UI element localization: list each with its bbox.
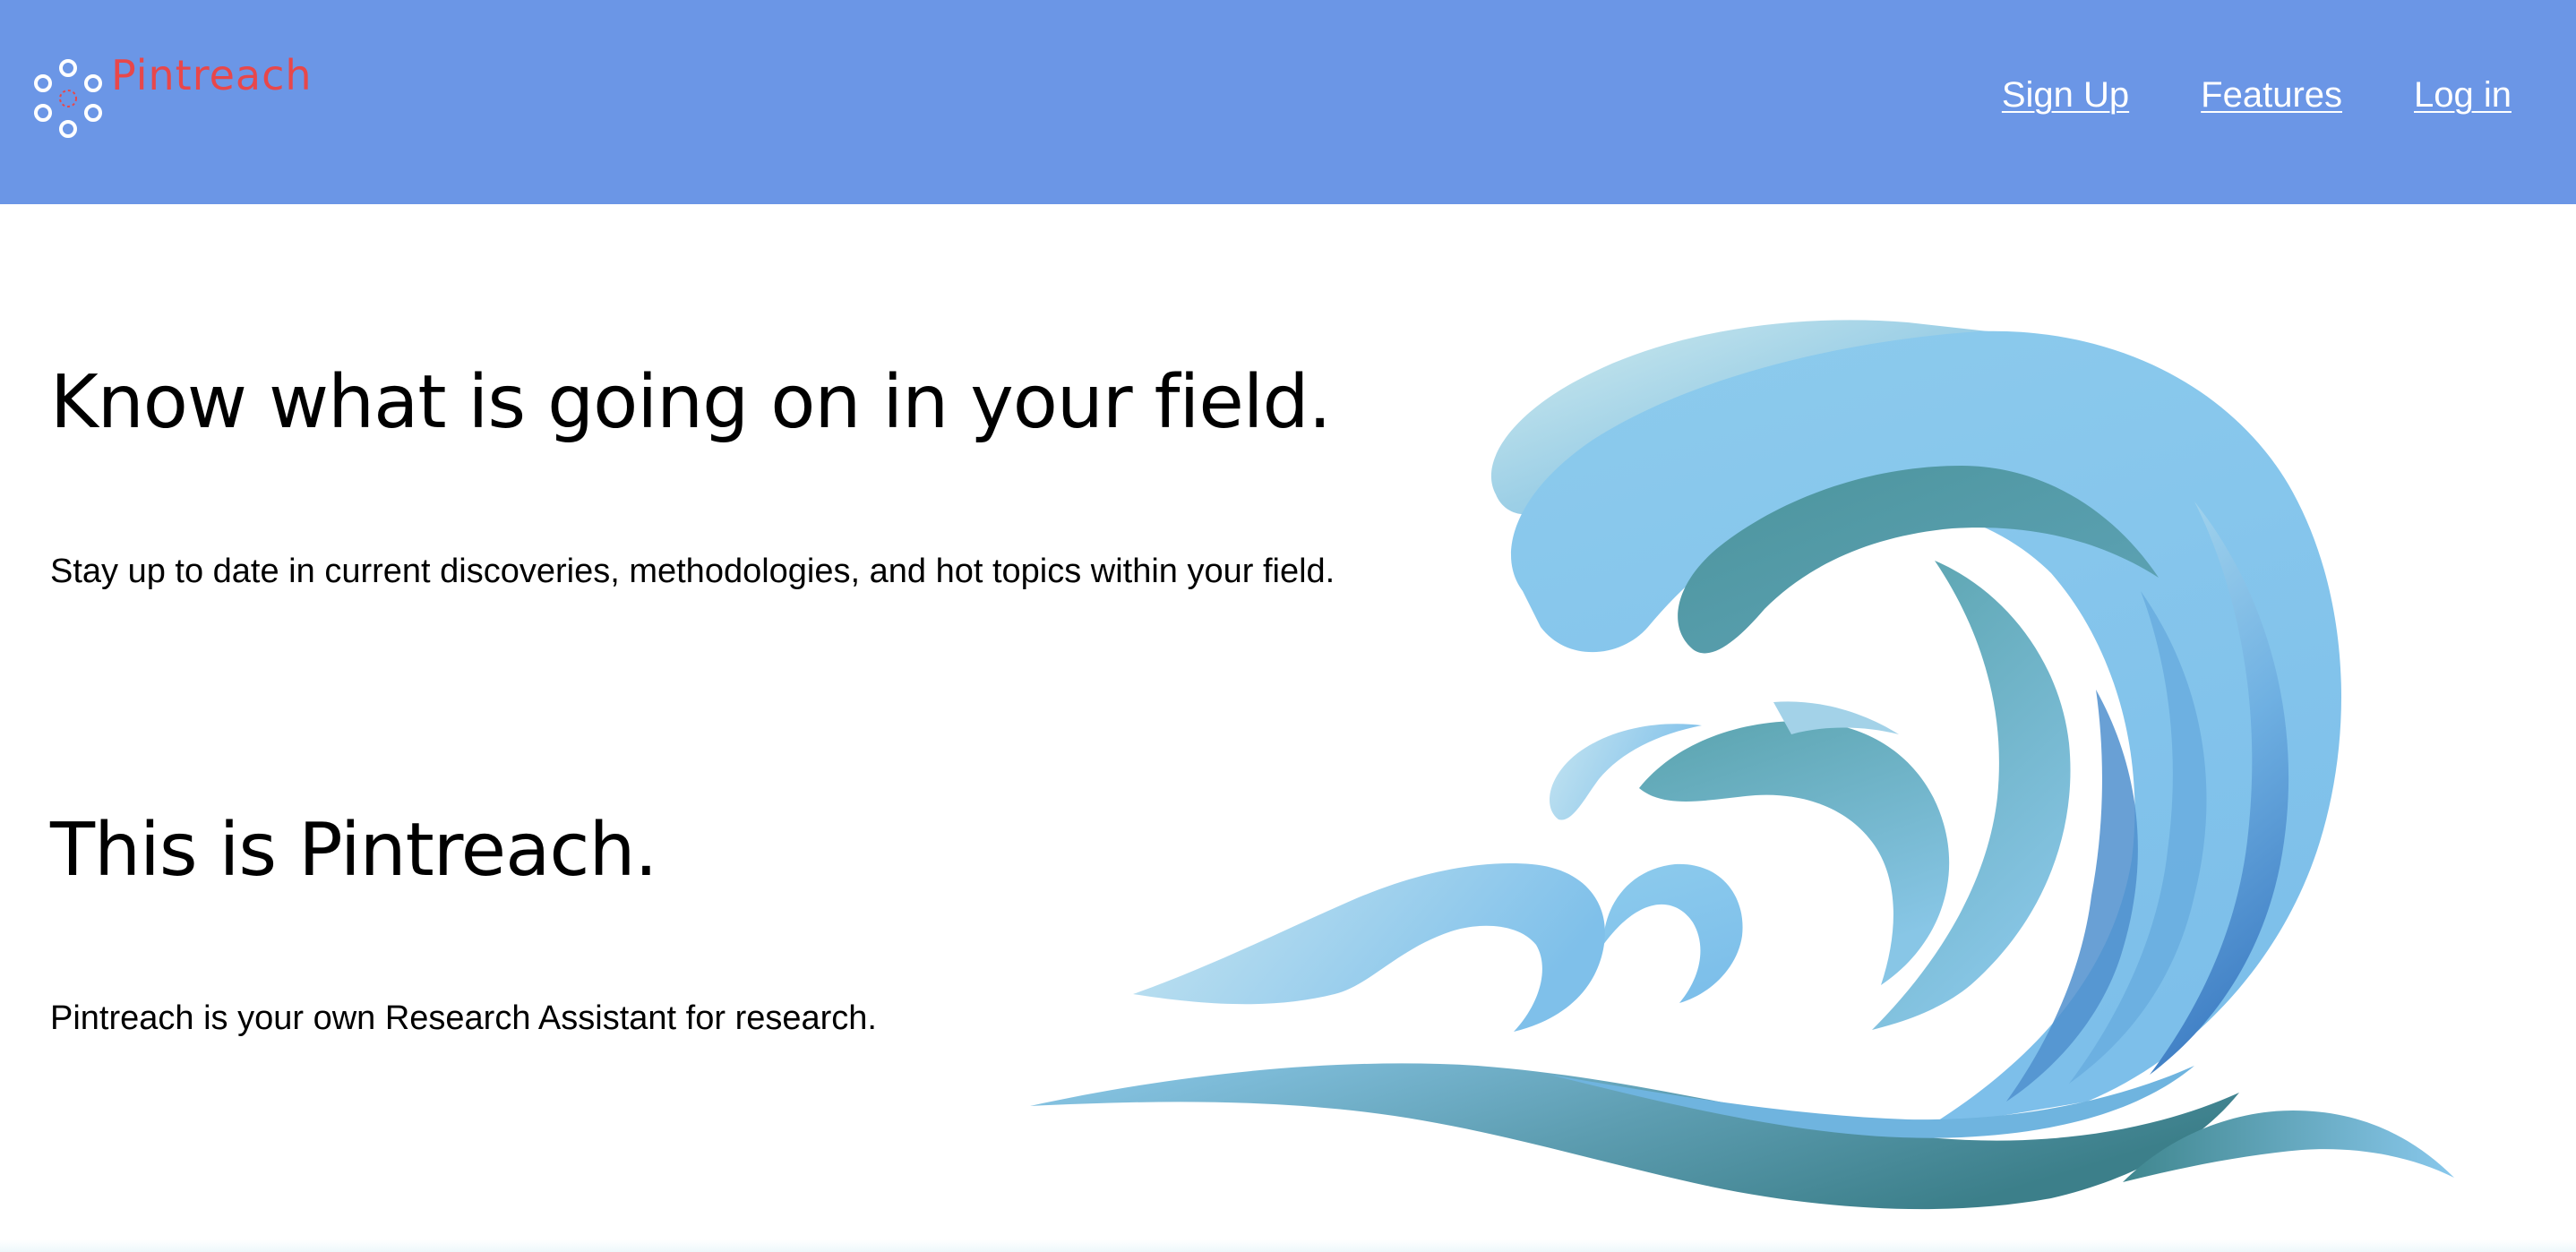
brand-home-link[interactable]: Pintreach [30,50,389,149]
main-nav: Sign Up Features Log in [2002,70,2512,120]
top-navbar: Pintreach Sign Up Features Log in [0,0,2576,204]
brand-name: Pintreach [111,51,313,99]
ocean-wave-illustration [1030,320,2454,1210]
hero-text-pintreach: Pintreach is your own Research Assistant… [50,999,877,1037]
dots-ring-logo-icon [34,59,102,138]
nav-log-in-link[interactable]: Log in [2414,70,2512,120]
bottom-edge [0,1239,2576,1252]
nav-sign-up-link[interactable]: Sign Up [2002,70,2129,120]
nav-features-link[interactable]: Features [2201,70,2342,120]
landing-page: Pintreach Sign Up Features Log in Know w… [0,0,2576,1252]
hero-heading-pintreach: This is Pintreach. [50,808,657,893]
